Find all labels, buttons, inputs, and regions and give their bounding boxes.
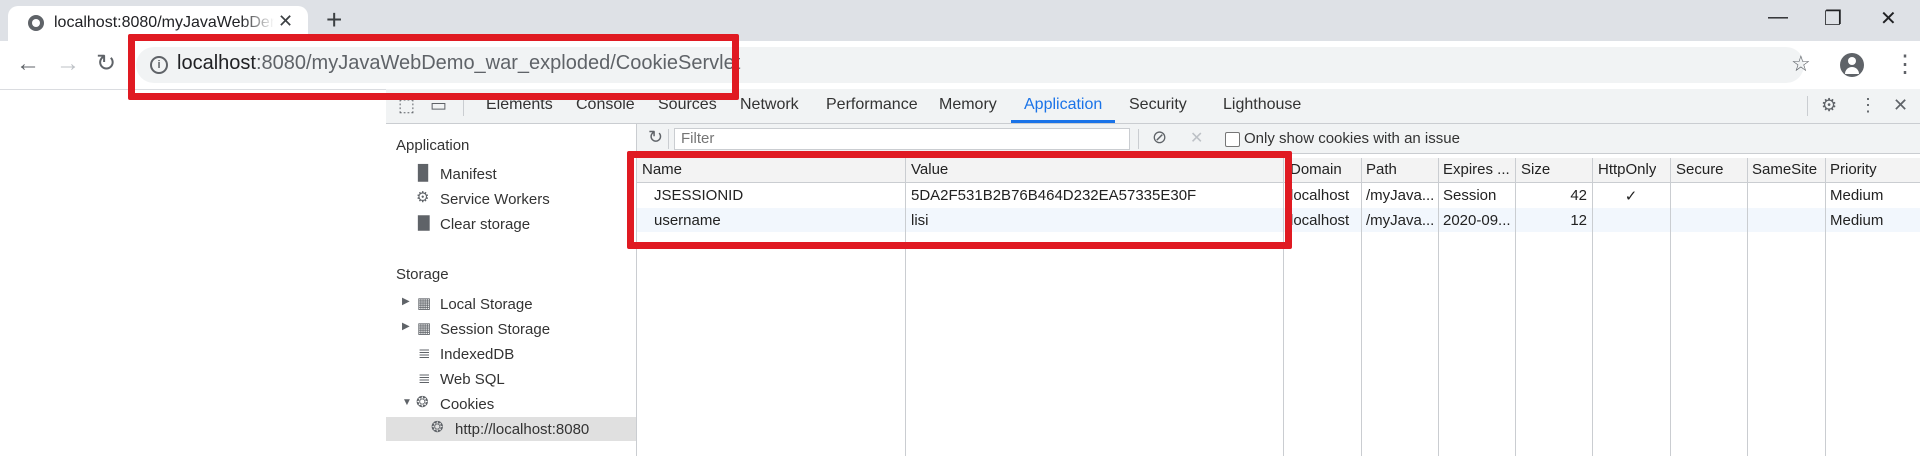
sidebar-item-local-storage[interactable]: Local Storage — [440, 296, 533, 313]
cell-path: /myJava... — [1366, 187, 1435, 204]
sidebar-item-manifest[interactable]: Manifest — [440, 166, 497, 183]
sidebar-item-cookie-origin[interactable]: http://localhost:8080 — [455, 421, 589, 438]
new-tab-button[interactable]: + — [326, 6, 342, 34]
refresh-icon[interactable]: ↻ — [648, 127, 663, 148]
column-divider — [1361, 158, 1362, 456]
cell-expires: Session — [1443, 187, 1497, 204]
sidebar-item-indexeddb[interactable]: IndexedDB — [440, 346, 514, 363]
database-icon: ≣ — [418, 370, 431, 387]
filter-input[interactable] — [674, 128, 1130, 150]
column-header-secure[interactable]: Secure — [1676, 161, 1724, 178]
back-icon[interactable]: ← — [16, 50, 40, 78]
block-cookies-icon[interactable]: ⊘ — [1152, 127, 1167, 148]
cell-expires: 2020-09... — [1443, 212, 1511, 229]
globe-icon — [28, 15, 44, 31]
cell-priority: Medium — [1830, 187, 1884, 204]
column-header-domain[interactable]: Domain — [1290, 161, 1342, 178]
storage-heading: Storage — [396, 266, 449, 283]
application-heading: Application — [396, 137, 470, 154]
bookmark-star-icon[interactable]: ☆ — [1791, 51, 1811, 77]
cookie-icon: ❂ — [431, 419, 444, 436]
cell-size: 42 — [1570, 187, 1587, 204]
column-header-size[interactable]: Size — [1521, 161, 1550, 178]
expand-arrow-icon[interactable]: ▶ — [402, 321, 410, 332]
cookie-highlight-box — [627, 151, 1292, 249]
cell-size: 12 — [1570, 212, 1587, 229]
reload-icon[interactable]: ↻ — [96, 50, 116, 78]
tab-memory[interactable]: Memory — [939, 96, 997, 114]
cookie-icon: ❂ — [416, 394, 429, 411]
filter-divider — [1138, 129, 1139, 149]
database-icon: ≣ — [418, 345, 431, 362]
forward-icon[interactable]: → — [56, 50, 80, 78]
settings-gear-icon[interactable]: ⚙ — [1821, 95, 1837, 116]
clear-all-icon[interactable]: ✕ — [1190, 128, 1203, 148]
session-storage-grid-icon: ▦ — [417, 320, 432, 337]
maximize-icon[interactable]: ❐ — [1824, 6, 1842, 31]
devtools-close-icon[interactable]: ✕ — [1893, 95, 1908, 116]
local-storage-grid-icon: ▦ — [417, 295, 432, 312]
only-issues-label: Only show cookies with an issue — [1244, 130, 1460, 147]
tab-security[interactable]: Security — [1129, 96, 1187, 114]
sidebar-item-cookies[interactable]: Cookies — [440, 396, 494, 413]
column-header-samesite[interactable]: SameSite — [1752, 161, 1817, 178]
column-divider — [1438, 158, 1439, 456]
expand-arrow-icon[interactable]: ▶ — [402, 296, 410, 307]
cell-priority: Medium — [1830, 212, 1884, 229]
column-divider — [1825, 158, 1826, 456]
sidebar-item-session-storage[interactable]: Session Storage — [440, 321, 550, 338]
browser-menu-icon[interactable]: ⋮ — [1893, 50, 1917, 79]
column-header-httponly[interactable]: HttpOnly — [1598, 161, 1656, 178]
tab-lighthouse[interactable]: Lighthouse — [1223, 96, 1301, 114]
profile-avatar-icon[interactable] — [1840, 53, 1864, 77]
service-workers-gear-icon: ⚙ — [416, 189, 430, 206]
tab-title: localhost:8080/myJavaWebDemo_war_explode… — [54, 14, 274, 31]
column-divider — [1747, 158, 1748, 456]
column-header-priority[interactable]: Priority — [1830, 161, 1877, 178]
minimize-icon[interactable]: — — [1768, 6, 1788, 29]
cell-domain: localhost — [1290, 212, 1350, 229]
cell-httponly: ✓ — [1624, 188, 1638, 205]
window-close-icon[interactable]: ✕ — [1880, 6, 1897, 31]
cell-path: /myJava... — [1366, 212, 1435, 229]
tab-network[interactable]: Network — [740, 96, 799, 114]
tab-close-icon[interactable]: ✕ — [278, 11, 293, 32]
url-highlight-box — [128, 34, 739, 100]
tabbar-divider-right — [1807, 96, 1808, 116]
sidebar-item-service-workers[interactable]: Service Workers — [440, 191, 550, 208]
active-tab-indicator — [1011, 120, 1115, 123]
trash-icon: ▇ — [418, 214, 430, 231]
column-divider — [1515, 158, 1516, 456]
tab-application[interactable]: Application — [1024, 96, 1102, 114]
cell-domain: localhost — [1290, 187, 1350, 204]
manifest-icon: ▉ — [418, 165, 430, 182]
tab-performance[interactable]: Performance — [826, 96, 918, 114]
column-header-expires[interactable]: Expires ... — [1443, 161, 1513, 178]
column-divider — [1670, 158, 1671, 456]
collapse-arrow-icon[interactable]: ▼ — [402, 397, 412, 408]
devtools-more-icon[interactable]: ⋮ — [1859, 95, 1877, 116]
column-header-path[interactable]: Path — [1366, 161, 1397, 178]
only-issues-checkbox[interactable] — [1225, 132, 1240, 147]
filter-divider — [668, 129, 669, 149]
sidebar-item-web-sql[interactable]: Web SQL — [440, 371, 505, 388]
sidebar-item-clear-storage[interactable]: Clear storage — [440, 216, 530, 233]
